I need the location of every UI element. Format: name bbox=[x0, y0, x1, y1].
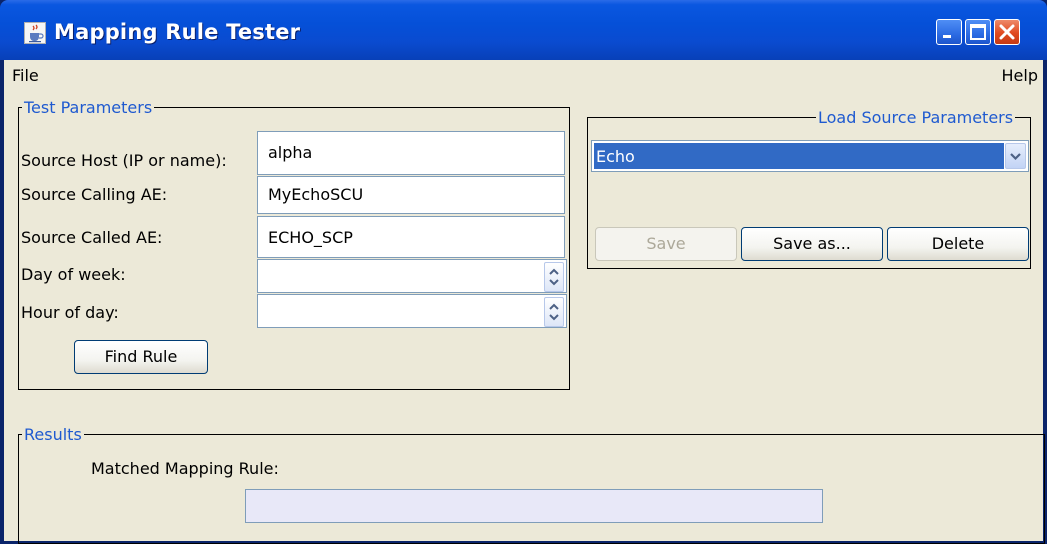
hour-of-day-spin-buttons[interactable] bbox=[544, 297, 564, 327]
close-button[interactable] bbox=[994, 19, 1020, 45]
client-area: File Help Test Parameters Source Host (I… bbox=[4, 60, 1045, 544]
save-button[interactable]: Save bbox=[595, 227, 737, 261]
load-source-title: Load Source Parameters bbox=[816, 108, 1016, 127]
matched-rule-label: Matched Mapping Rule: bbox=[91, 459, 279, 478]
chevron-down-icon[interactable] bbox=[1005, 143, 1026, 169]
window-title: Mapping Rule Tester bbox=[54, 20, 301, 44]
test-parameters-title: Test Parameters bbox=[22, 98, 155, 117]
hour-of-day-spinner[interactable] bbox=[257, 294, 567, 328]
save-as-button[interactable]: Save as... bbox=[741, 227, 883, 261]
calling-ae-input[interactable]: MyEchoSCU bbox=[257, 176, 565, 214]
called-ae-input[interactable]: ECHO_SCP bbox=[257, 216, 565, 258]
delete-button[interactable]: Delete bbox=[887, 227, 1029, 261]
day-of-week-label: Day of week: bbox=[21, 265, 126, 284]
java-cup-icon bbox=[24, 22, 46, 44]
app-window: Mapping Rule Tester File Help Test Param… bbox=[0, 0, 1047, 544]
source-params-selected: Echo bbox=[594, 143, 1004, 169]
menu-file[interactable]: File bbox=[12, 66, 39, 85]
hour-of-day-label: Hour of day: bbox=[21, 303, 119, 322]
calling-ae-label: Source Calling AE: bbox=[21, 185, 168, 204]
source-host-input[interactable]: alpha bbox=[257, 131, 565, 175]
source-params-select[interactable]: Echo bbox=[591, 140, 1029, 172]
called-ae-label: Source Called AE: bbox=[21, 228, 163, 247]
day-of-week-spin-buttons[interactable] bbox=[544, 262, 564, 292]
minimize-button[interactable] bbox=[936, 19, 962, 45]
menu-help[interactable]: Help bbox=[1002, 66, 1038, 85]
results-title: Results bbox=[22, 425, 84, 444]
maximize-button[interactable] bbox=[965, 19, 991, 45]
day-of-week-spinner[interactable] bbox=[257, 259, 567, 293]
find-rule-button[interactable]: Find Rule bbox=[74, 340, 208, 374]
source-host-label: Source Host (IP or name): bbox=[21, 151, 227, 170]
menu-bar: File Help bbox=[4, 60, 1043, 90]
title-bar[interactable]: Mapping Rule Tester bbox=[0, 0, 1047, 60]
matched-rule-field bbox=[245, 489, 823, 523]
